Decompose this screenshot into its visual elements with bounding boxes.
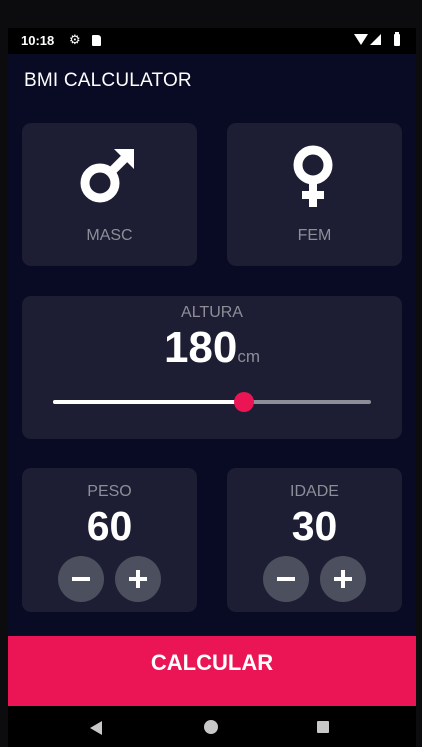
back-icon[interactable] [90, 721, 102, 735]
plus-icon [334, 570, 352, 588]
app-bar: BMI CALCULATOR [8, 54, 416, 110]
male-icon [80, 149, 134, 203]
page-title: BMI CALCULATOR [24, 70, 192, 91]
height-value-row: 180cm [22, 323, 402, 373]
status-time: 10:18 [21, 33, 55, 48]
weight-card: PESO 60 [22, 468, 197, 612]
female-label: FEM [297, 227, 332, 244]
height-value: 180 [163, 323, 238, 372]
wifi-icon [354, 34, 368, 45]
weight-label: PESO [87, 483, 132, 500]
height-label: ALTURA [181, 304, 243, 321]
minus-icon [277, 577, 295, 581]
gear-icon: ⚙ [69, 32, 81, 47]
plus-icon [129, 570, 147, 588]
height-unit: cm [237, 347, 261, 366]
age-increment-button[interactable] [320, 556, 366, 602]
female-icon [293, 145, 333, 207]
home-icon[interactable] [204, 720, 218, 734]
status-bar: 10:18 ⚙ [8, 28, 416, 54]
slider-active-track [53, 400, 244, 404]
age-card: IDADE 30 [227, 468, 402, 612]
age-decrement-button[interactable] [263, 556, 309, 602]
sd-card-icon [92, 35, 101, 46]
age-value: 30 [291, 503, 338, 549]
height-slider[interactable] [53, 392, 371, 412]
slider-thumb[interactable] [233, 392, 254, 412]
app-screen: 10:18 ⚙ BMI CALCULATOR MASC FEM ALTURA 1… [8, 28, 416, 747]
female-gender-card[interactable]: FEM [227, 123, 402, 266]
navigation-bar [8, 706, 416, 747]
weight-increment-button[interactable] [115, 556, 161, 602]
recents-icon[interactable] [317, 721, 329, 733]
weight-decrement-button[interactable] [58, 556, 104, 602]
minus-icon [72, 577, 90, 581]
age-label: IDADE [290, 483, 339, 500]
calculate-button[interactable]: CALCULAR [8, 636, 416, 706]
male-label: MASC [86, 227, 133, 244]
height-card: ALTURA 180cm [22, 296, 402, 439]
weight-value: 60 [86, 503, 133, 549]
male-gender-card[interactable]: MASC [22, 123, 197, 266]
signal-icon [370, 34, 381, 45]
battery-icon [394, 32, 400, 46]
